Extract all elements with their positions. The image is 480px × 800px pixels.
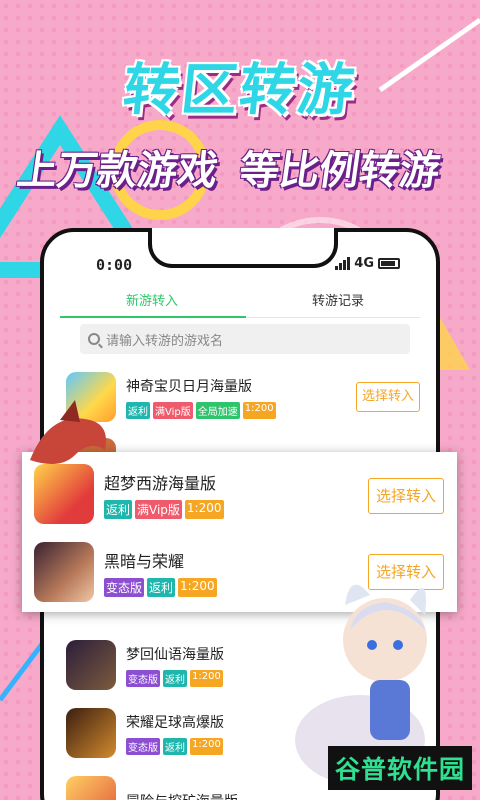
tag-rebate: 返利: [104, 499, 133, 519]
game-tags: 变态版 返利 1:200: [104, 577, 217, 597]
tab-active-indicator: [60, 316, 246, 318]
search-icon: [88, 333, 100, 345]
game-tags: 变态版 返利 1:200: [126, 737, 224, 755]
tag-ratio: 1:200: [242, 401, 276, 419]
list-item[interactable]: 梦回仙语海量版 变态版 返利 1:200: [66, 640, 224, 690]
game-name: 梦回仙语海量版: [126, 646, 224, 663]
tag-speedup: 全局加速: [195, 401, 240, 419]
search-input[interactable]: 请输入转游的游戏名: [80, 324, 410, 354]
banner-subtitle: 上万款游戏 等比例转游: [14, 138, 472, 196]
signal-icon: [335, 257, 351, 270]
tag-rebate: 返利: [163, 669, 187, 687]
tag-rebate: 返利: [126, 401, 150, 419]
tag-ratio: 1:200: [178, 577, 217, 597]
network-type: 4G: [354, 256, 374, 271]
game-icon-menghui: [66, 640, 116, 690]
status-time: 0:00: [96, 256, 133, 274]
tag-rebate: 返利: [163, 737, 187, 755]
battery-icon: [378, 258, 400, 269]
watermark-logo: 谷普软件园: [328, 746, 472, 790]
tag-modded: 变态版: [104, 577, 145, 597]
banner-subtitle-left: 上万款游戏: [14, 148, 221, 194]
tag-ratio: 1:200: [184, 499, 224, 519]
search-placeholder: 请输入转游的游戏名: [106, 333, 224, 349]
tag-vip: 满Vip版: [135, 499, 182, 519]
game-tags: 变态版 返利 1:200: [126, 669, 224, 687]
game-tags: 返利 满Vip版 1:200: [104, 499, 224, 519]
game-icon-darkness-glory: [34, 542, 94, 602]
tab-transfer-records[interactable]: 转游记录: [312, 290, 364, 309]
game-icon-mining: [66, 776, 116, 800]
game-name: 黑暗与荣耀: [104, 551, 185, 571]
tag-modded: 变态版: [126, 669, 160, 687]
status-indicators: 4G: [335, 256, 400, 271]
game-name: 超梦西游海量版: [104, 473, 217, 493]
game-name: 荣耀足球高爆版: [126, 714, 224, 731]
game-name: 神奇宝贝日月海量版: [126, 378, 252, 395]
list-item[interactable]: 荣耀足球高爆版 变态版 返利 1:200: [66, 708, 224, 758]
tag-ratio: 1:200: [190, 669, 223, 687]
tab-new-game-transfer[interactable]: 新游转入: [126, 290, 178, 309]
tag-rebate: 返利: [147, 577, 176, 597]
game-icon-football: [66, 708, 116, 758]
banner-title: 转区转游: [120, 58, 359, 123]
game-tags: 返利 满Vip版 全局加速 1:200: [126, 401, 276, 419]
tag-modded: 变态版: [126, 737, 160, 755]
tag-ratio: 1:200: [190, 737, 223, 755]
tab-bar: 新游转入 转游记录: [60, 286, 420, 318]
dragon-mascot-illustration: [30, 400, 106, 464]
banner-subtitle-right: 等比例转游: [236, 148, 443, 194]
select-transfer-button[interactable]: 选择转入: [356, 382, 420, 412]
tag-vip: 满Vip版: [153, 401, 193, 419]
list-item[interactable]: 黑暗与荣耀 变态版 返利 1:200: [34, 542, 217, 602]
phone-notch: [148, 228, 338, 268]
select-transfer-button[interactable]: 选择转入: [368, 478, 444, 514]
list-item[interactable]: 冒险与挖矿海量版: [66, 776, 238, 800]
game-name: 冒险与挖矿海量版: [126, 791, 238, 800]
